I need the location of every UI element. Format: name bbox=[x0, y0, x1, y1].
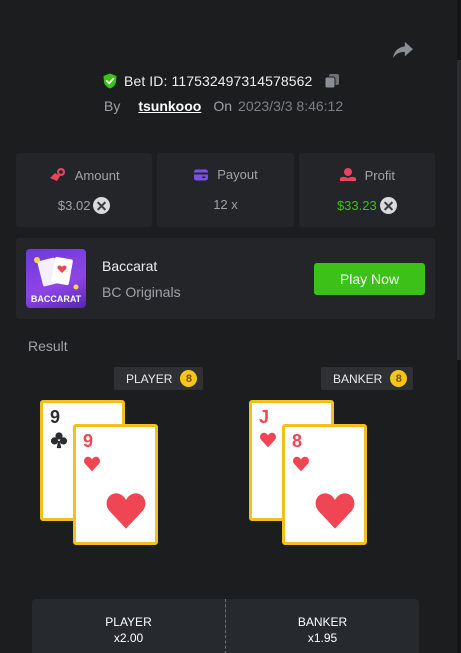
banker-bet-label: BANKER bbox=[297, 615, 348, 629]
card-rank: 8 bbox=[292, 431, 303, 451]
player-bet-option: PLAYER x2.00 bbox=[32, 599, 225, 653]
by-label: By bbox=[104, 98, 121, 114]
bet-date: 2023/3/3 8:46:12 bbox=[238, 98, 344, 114]
bet-stats: Amount $3.02 Payout 12 x Profit $33.23 bbox=[16, 153, 435, 227]
banker-card-2: 8 bbox=[282, 424, 367, 545]
currency-coin-icon bbox=[379, 197, 397, 214]
game-card: BACCARAT Baccarat BC Originals Play Now bbox=[16, 238, 435, 319]
thumbnail-label: BACCARAT bbox=[30, 294, 82, 304]
player-card-2: 9 bbox=[73, 424, 158, 545]
amount-value-row: $3.02 bbox=[16, 197, 152, 214]
banker-bet-odds: x1.95 bbox=[307, 631, 338, 645]
clubs-icon bbox=[50, 432, 68, 449]
payout-header: Payout bbox=[157, 167, 293, 182]
username-link[interactable]: tsunkooo bbox=[138, 98, 201, 114]
bet-id-row: Bet ID: 117532497314578562 bbox=[102, 70, 340, 92]
player-score-tag: PLAYER 8 bbox=[114, 367, 204, 390]
cards-artwork-icon bbox=[34, 256, 79, 290]
hearts-icon bbox=[84, 456, 100, 472]
game-provider: BC Originals bbox=[102, 284, 181, 300]
banker-score-badge: 8 bbox=[390, 370, 408, 387]
card-rank: 9 bbox=[83, 431, 94, 451]
hearts-icon bbox=[293, 456, 309, 472]
hearts-large-icon bbox=[106, 493, 146, 529]
payout-value-row: 12 x bbox=[157, 197, 293, 212]
profit-label: Profit bbox=[364, 167, 395, 183]
player-tag-label: PLAYER bbox=[126, 371, 173, 386]
bet-author-row: By tsunkooo On 2023/3/3 8:46:12 bbox=[104, 96, 343, 116]
profit-hand-icon bbox=[339, 168, 356, 181]
currency-coin-icon bbox=[93, 197, 111, 214]
copy-icon[interactable] bbox=[324, 73, 340, 89]
payout-value: 12 x bbox=[213, 197, 238, 212]
coins-hand-icon bbox=[49, 168, 65, 181]
player-score-badge: 8 bbox=[180, 370, 198, 387]
bet-options-panel: PLAYER x2.00 BANKER x1.95 bbox=[32, 599, 419, 653]
bet-id: Bet ID: 117532497314578562 bbox=[124, 73, 313, 89]
hearts-icon bbox=[260, 432, 276, 448]
game-name: Baccarat bbox=[102, 258, 158, 274]
baccarat-thumbnail[interactable]: BACCARAT bbox=[26, 249, 86, 308]
amount-header: Amount bbox=[16, 167, 152, 183]
payout-label: Payout bbox=[217, 167, 258, 182]
hearts-large-icon bbox=[315, 493, 355, 529]
player-bet-odds: x2.00 bbox=[113, 631, 144, 645]
result-title: Result bbox=[28, 338, 68, 354]
player-bet-label: PLAYER bbox=[105, 615, 152, 629]
on-label: On bbox=[213, 98, 233, 114]
amount-stat: Amount $3.02 bbox=[16, 153, 153, 227]
play-now-button[interactable]: Play Now bbox=[314, 263, 425, 295]
card-rank: J bbox=[259, 407, 270, 427]
profit-header: Profit bbox=[299, 167, 435, 183]
card-rank: 9 bbox=[50, 407, 61, 427]
payout-stat: Payout 12 x bbox=[157, 153, 294, 227]
banker-tag-label: BANKER bbox=[333, 371, 383, 386]
wallet-icon bbox=[194, 169, 209, 180]
banker-bet-option: BANKER x1.95 bbox=[226, 599, 419, 653]
profit-value-row: $33.23 bbox=[299, 197, 435, 214]
profit-stat: Profit $33.23 bbox=[298, 153, 435, 227]
amount-value: $3.02 bbox=[57, 198, 91, 213]
profit-value: $33.23 bbox=[336, 198, 377, 213]
right-edge-scrollbar bbox=[457, 0, 461, 653]
verified-shield-icon bbox=[103, 73, 117, 89]
share-icon[interactable] bbox=[392, 40, 414, 60]
amount-label: Amount bbox=[74, 167, 120, 183]
banker-score-tag: BANKER 8 bbox=[321, 367, 414, 390]
